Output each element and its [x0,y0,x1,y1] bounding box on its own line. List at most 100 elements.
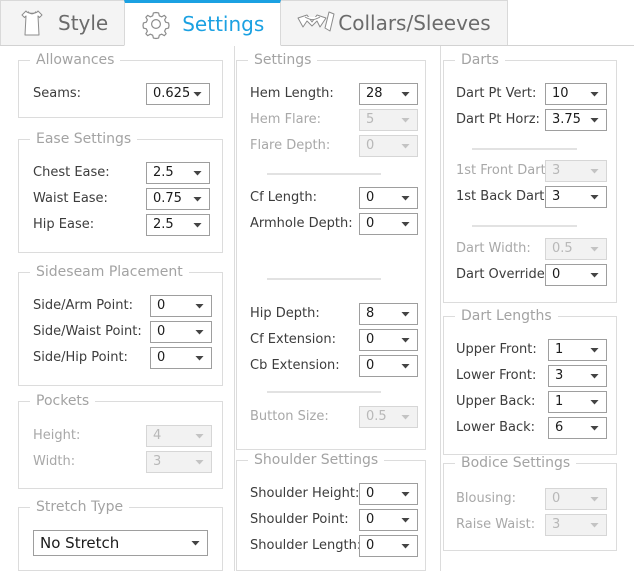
field-raise-waist-value: 3 [552,515,586,535]
group-darts-title: Darts [455,52,505,68]
field-first-front-dart-value: 3 [552,161,586,181]
field-dart-pt-horz-label: Dart Pt Horz: [456,109,540,131]
field-first-front-dart: 1st Front Dart: [456,160,550,182]
field-hem-flare-dropdown[interactable]: 5 [359,109,418,131]
field-seams: Seams: [33,83,81,105]
field-shoulder-point-value: 0 [366,510,397,530]
column-divider-2 [440,46,441,571]
tab-settings[interactable]: Settings [124,0,281,46]
field-first-back-dart: 1st Back Dart [456,186,544,208]
field-hem-length-label: Hem Length: [250,83,334,105]
settings-divider-2 [267,278,381,280]
group-shoulder-settings-title: Shoulder Settings [248,452,384,468]
field-button-size-dropdown[interactable]: 0.5 [359,406,418,428]
field-lower-back-value: 6 [555,418,586,438]
field-cf-length-dropdown[interactable]: 0 [359,187,418,209]
field-shoulder-point-dropdown[interactable]: 0 [359,509,418,531]
field-blousing-dropdown[interactable]: 0 [545,488,607,510]
field-side-arm-point-dropdown[interactable]: 0 [150,295,212,317]
field-waist-ease-dropdown[interactable]: 0.75 [146,188,210,210]
field-seams-dropdown[interactable]: 0.625 [146,83,210,105]
field-chest-ease-label: Chest Ease: [33,162,110,184]
field-waist-ease-value: 0.75 [153,189,189,209]
chevron-down-icon [590,374,599,379]
field-dart-pt-horz-dropdown[interactable]: 3.75 [545,109,607,131]
field-first-front-dart-dropdown[interactable]: 3 [545,160,607,182]
field-pocket-width: Width: [33,451,75,473]
field-shoulder-length-dropdown[interactable]: 0 [359,535,418,557]
field-lower-front-dropdown[interactable]: 3 [548,365,607,387]
field-side-hip-point-dropdown[interactable]: 0 [150,347,212,369]
group-dart-lengths-title: Dart Lengths [455,308,558,324]
field-cf-length-label: Cf Length: [250,187,317,209]
field-dart-pt-vert-dropdown[interactable]: 10 [545,83,607,105]
field-raise-waist-dropdown[interactable]: 3 [545,514,607,536]
tab-settings-label: Settings [182,14,264,34]
field-shoulder-height-dropdown[interactable]: 0 [359,483,418,505]
tab-collars-sleeves[interactable]: Collars/Sleeves [280,0,507,46]
field-dart-width-dropdown[interactable]: 0.5 [545,238,607,260]
field-chest-ease-value: 2.5 [153,163,189,183]
field-dart-pt-vert-value: 10 [552,84,586,104]
field-lower-back-dropdown[interactable]: 6 [548,417,607,439]
group-allowances: Allowances Seams: 0.625 [18,60,223,118]
group-allowances-title: Allowances [30,52,120,68]
field-upper-front-label: Upper Front: [456,339,537,361]
chevron-down-icon [401,196,410,201]
field-flare-depth-label: Flare Depth: [250,135,330,157]
field-chest-ease-dropdown[interactable]: 2.5 [146,162,210,184]
chevron-down-icon [191,541,200,546]
field-pocket-width-dropdown[interactable]: 3 [146,451,212,473]
group-pockets-title: Pockets [30,393,95,409]
field-raise-waist-label: Raise Waist: [456,514,535,536]
field-cb-extension-dropdown[interactable]: 0 [359,355,418,377]
chevron-down-icon [195,434,204,439]
field-hem-flare: Hem Flare: [250,109,321,131]
chevron-down-icon [590,92,599,97]
field-hip-ease-value: 2.5 [153,215,189,235]
field-flare-depth-dropdown[interactable]: 0 [359,135,418,157]
group-bodice-settings-title: Bodice Settings [455,455,576,471]
chevron-down-icon [401,544,410,549]
field-dart-pt-horz: Dart Pt Horz: [456,109,540,131]
field-hip-ease-label: Hip Ease: [33,214,94,236]
field-hem-length-dropdown[interactable]: 28 [359,83,418,105]
chevron-down-icon [401,518,410,523]
chevron-down-icon [401,92,410,97]
field-upper-front-value: 1 [555,340,586,360]
field-upper-back-value: 1 [555,392,586,412]
tabbar-underline [0,45,634,46]
field-hip-depth-dropdown[interactable]: 8 [359,303,418,325]
group-stretch-type-title: Stretch Type [30,499,129,515]
field-hip-ease-dropdown[interactable]: 2.5 [146,214,210,236]
field-side-waist-point-dropdown[interactable]: 0 [150,321,212,343]
field-upper-back-dropdown[interactable]: 1 [548,391,607,413]
field-button-size-value: 0.5 [366,407,397,427]
field-side-hip-point: Side/Hip Point: [33,347,128,369]
chevron-down-icon [590,400,599,405]
column-divider-1 [234,46,235,571]
tab-style[interactable]: Style [0,0,125,46]
field-button-size: Button Size: [250,406,329,428]
field-dart-width-label: Dart Width: [456,238,531,260]
chevron-down-icon [401,415,410,420]
field-shoulder-point-label: Shoulder Point: [250,509,349,531]
stretch-type-dropdown[interactable]: No Stretch [33,530,208,556]
field-armhole-depth-dropdown[interactable]: 0 [359,213,418,235]
field-shoulder-height: Shoulder Height: [250,483,359,505]
field-cf-extension-dropdown[interactable]: 0 [359,329,418,351]
field-armhole-depth-label: Armhole Depth: [250,213,353,235]
field-first-back-dart-dropdown[interactable]: 3 [545,186,607,208]
field-shoulder-length-label: Shoulder Length: [250,535,361,557]
field-button-size-label: Button Size: [250,406,329,428]
tab-style-label: Style [58,13,108,33]
field-dart-override-dropdown[interactable]: 0 [545,264,607,286]
field-cf-length: Cf Length: [250,187,317,209]
field-dart-pt-vert: Dart Pt Vert: [456,83,536,105]
field-side-hip-point-label: Side/Hip Point: [33,347,128,369]
field-pocket-height-dropdown[interactable]: 4 [146,425,212,447]
group-pockets: Pockets Height: 4 Width: 3 [18,401,223,489]
field-blousing: Blousing: [456,488,516,510]
field-shoulder-point: Shoulder Point: [250,509,349,531]
field-upper-front-dropdown[interactable]: 1 [548,339,607,361]
